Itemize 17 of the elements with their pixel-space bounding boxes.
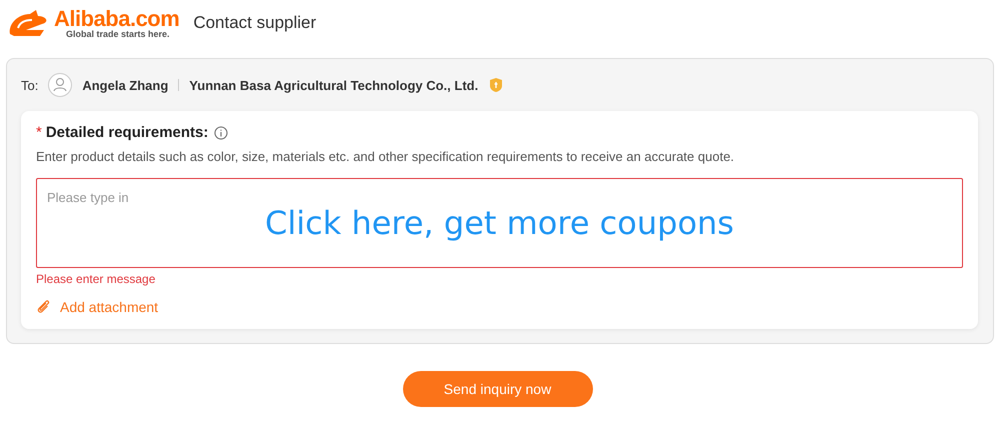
shield-icon [488,77,504,93]
paperclip-icon [36,299,52,315]
requirements-label: Detailed requirements: [46,124,208,141]
coupon-link[interactable]: Click here, get more coupons [265,204,734,242]
logo-name: Alibaba.com [54,8,180,30]
required-mark: * [36,124,42,141]
company-name: Yunnan Basa Agricultural Technology Co., Ltd. [189,78,478,92]
contact-name: Angela Zhang [82,78,168,92]
info-icon[interactable] [214,126,228,140]
error-message: Please enter message [36,272,156,286]
requirements-hint: Enter product details such as color, size, materials etc. and other specification requirements to receive an accurate quote. [36,149,736,164]
add-attachment-link[interactable]: Add attachment [36,299,158,315]
avatar-icon [48,73,72,97]
to-label: To: [21,78,38,92]
page-title: Contact supplier [193,13,316,33]
send-inquiry-button[interactable]: Send inquiry now [402,371,592,407]
logo-tagline: Global trade starts here. [66,30,171,38]
